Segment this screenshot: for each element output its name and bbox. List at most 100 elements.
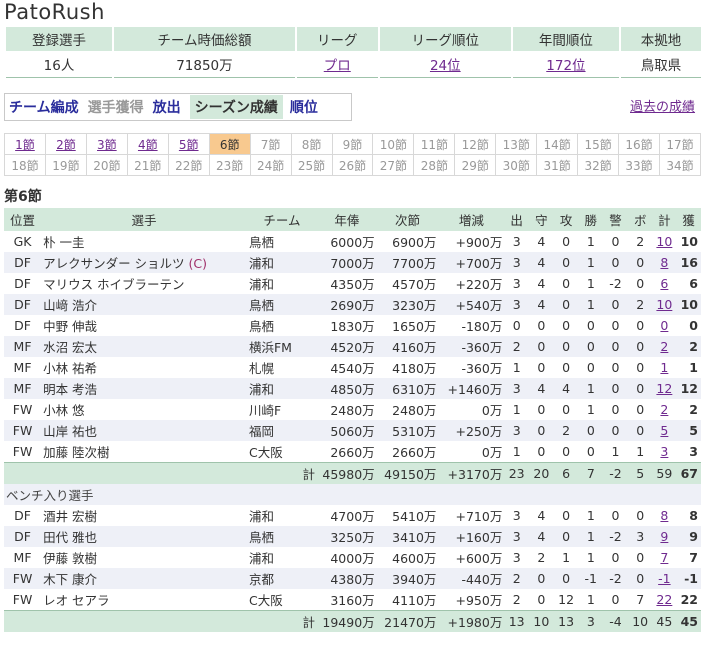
stat-cell: 0 bbox=[636, 276, 645, 291]
money-cell: 3160万 bbox=[330, 593, 375, 608]
stat-cell: 3 bbox=[627, 526, 653, 547]
points-link[interactable]: 7 bbox=[660, 550, 668, 565]
summary-value-row: 16人 71850万 プロ 24位 172位 鳥取県 bbox=[3, 51, 701, 78]
player-row: FW 小林 悠川崎F 2480万 2480万 0万 1 0 0 1 0 0 2 2 bbox=[4, 399, 701, 420]
stat-cell: 0 bbox=[611, 360, 620, 375]
stat-cell: 2 bbox=[627, 294, 653, 315]
earned-points-cell: 6 bbox=[689, 276, 698, 291]
money-cell: -360万 bbox=[461, 361, 503, 376]
points-link[interactable]: 5 bbox=[660, 423, 668, 438]
menu-standings[interactable]: 順位 bbox=[290, 97, 318, 117]
stat-cell: 0 bbox=[537, 318, 546, 333]
total-money-cell: +3170万 bbox=[438, 462, 505, 484]
points-link[interactable]: -1 bbox=[658, 571, 670, 586]
column-header: ボ bbox=[627, 208, 653, 231]
market-value: 71850万 bbox=[112, 51, 296, 78]
points-link[interactable]: 0 bbox=[660, 318, 668, 333]
player-row: FW 木下 康介 京都 4380万 3940万 -440万 2 0 0 -1 -2 0 -1 -1 bbox=[4, 568, 701, 589]
round-future: 15節 bbox=[577, 133, 620, 155]
column-header: 勝 bbox=[578, 208, 604, 231]
stat-cell: 1 bbox=[512, 444, 521, 459]
annual-rank-link[interactable]: 172位 bbox=[546, 58, 585, 74]
points-link[interactable]: 22 bbox=[656, 592, 672, 607]
points-link[interactable]: 12 bbox=[656, 381, 672, 396]
round-link[interactable]: 2節 bbox=[44, 133, 87, 155]
money-cell: +950万 bbox=[455, 593, 503, 608]
stat-cell: 0 bbox=[586, 360, 595, 375]
team-cell: 浦和 bbox=[246, 252, 317, 273]
stat-cell: 1 bbox=[586, 276, 595, 291]
stat-cell: 0 bbox=[611, 402, 620, 417]
position-cell: MF bbox=[13, 360, 32, 375]
stat-cell: 7 bbox=[636, 592, 645, 607]
points-link[interactable]: 8 bbox=[660, 255, 668, 270]
stat-cell: 3 bbox=[512, 550, 521, 565]
stat-cell: 0 bbox=[553, 294, 579, 315]
round-row: 1節 2節 3節 4節 5節 6節 7節 8節 9節 10節 11節 12節 13節 14節 15節 16節 1… bbox=[4, 133, 701, 155]
round-future: 31節 bbox=[536, 154, 579, 176]
stat-cell: 1 bbox=[578, 526, 604, 547]
past-results-link[interactable]: 過去の成績 bbox=[630, 96, 695, 115]
points-link[interactable]: 1 bbox=[660, 360, 668, 375]
stat-cell: 0 bbox=[537, 592, 546, 607]
stat-cell: 3 bbox=[512, 234, 521, 249]
table-header-row: 位置 選手 チーム 年俸 次節 増減出守攻勝警ボ計獲 bbox=[4, 208, 701, 231]
total-money-cell: 21470万 bbox=[376, 610, 439, 632]
money-cell: +1460万 bbox=[438, 378, 505, 399]
earned-points-cell: 5 bbox=[676, 420, 701, 441]
round-link[interactable]: 4節 bbox=[126, 133, 169, 155]
stat-cell: 0 bbox=[603, 420, 628, 441]
round-future: 32節 bbox=[577, 154, 620, 176]
points-link[interactable]: 9 bbox=[660, 529, 668, 544]
points-link[interactable]: 10 bbox=[656, 234, 672, 249]
round-link[interactable]: 3節 bbox=[85, 133, 128, 155]
league-link[interactable]: プロ bbox=[324, 58, 351, 74]
menu-season-results[interactable]: シーズン成績 bbox=[189, 95, 283, 119]
points-link[interactable]: 2 bbox=[660, 339, 668, 354]
money-cell: 2690万 bbox=[316, 294, 377, 315]
home-town: 鳥取県 bbox=[618, 51, 701, 78]
round-link[interactable]: 5節 bbox=[167, 133, 210, 155]
captain-badge: (C) bbox=[188, 256, 207, 271]
player-name-cell: 朴 一圭 bbox=[43, 235, 85, 250]
column-header: 位置 bbox=[4, 208, 42, 231]
money-cell: 6000万 bbox=[330, 235, 375, 250]
total-stat-cell: 7 bbox=[578, 462, 604, 484]
stat-cell: 0 bbox=[562, 318, 571, 333]
stat-cell: -1 bbox=[578, 568, 604, 589]
stat-cell: 0 bbox=[603, 378, 628, 399]
points-link[interactable]: 3 bbox=[660, 444, 668, 459]
menu-release[interactable]: 放出 bbox=[153, 97, 181, 117]
points-link[interactable]: 10 bbox=[656, 297, 672, 312]
registered-count: 16人 bbox=[3, 51, 114, 78]
money-cell: 5410万 bbox=[392, 509, 437, 524]
team-menu: チーム編成 選手獲得 放出 シーズン成績 順位 bbox=[4, 93, 352, 121]
round-future: 9節 bbox=[331, 133, 374, 155]
player-name-cell: 山岸 祐也 bbox=[41, 420, 247, 441]
position-cell: DF bbox=[14, 508, 31, 523]
points-link[interactable]: 6 bbox=[660, 276, 668, 291]
menu-player-acquisition: 選手獲得 bbox=[87, 100, 144, 116]
round-future: 26節 bbox=[331, 154, 374, 176]
total-label: 計 bbox=[246, 462, 317, 484]
points-link[interactable]: 2 bbox=[660, 402, 668, 417]
team-cell: 浦和 bbox=[248, 277, 274, 292]
league-rank-link[interactable]: 24位 bbox=[430, 58, 461, 74]
menu-team-formation[interactable]: チーム編成 bbox=[9, 97, 79, 117]
stat-cell: 1 bbox=[586, 550, 595, 565]
earned-points-cell: 16 bbox=[676, 252, 701, 273]
position-cell: MF bbox=[13, 550, 32, 565]
stat-cell: 2 bbox=[512, 592, 521, 607]
player-results-table: 位置 選手 チーム 年俸 次節 増減出守攻勝警ボ計獲 GK 朴 一圭 鳥栖 6000万 6900万… bbox=[4, 208, 701, 632]
total-row: 計 45980万 49150万 +3170万 23 20 6 7 -2 5 59 67 bbox=[4, 462, 701, 484]
round-future: 20節 bbox=[85, 154, 128, 176]
round-link[interactable]: 1節 bbox=[4, 133, 46, 155]
total-stat-cell: 20 bbox=[529, 462, 554, 484]
stat-cell: 0 bbox=[611, 550, 620, 565]
player-name-cell: 小林 祐希 bbox=[43, 361, 98, 376]
money-cell: 3410万 bbox=[376, 526, 439, 547]
points-link[interactable]: 8 bbox=[660, 508, 668, 523]
stat-cell: 1 bbox=[578, 252, 604, 273]
money-cell: -360万 bbox=[438, 336, 505, 357]
money-cell: 4380万 bbox=[316, 568, 377, 589]
